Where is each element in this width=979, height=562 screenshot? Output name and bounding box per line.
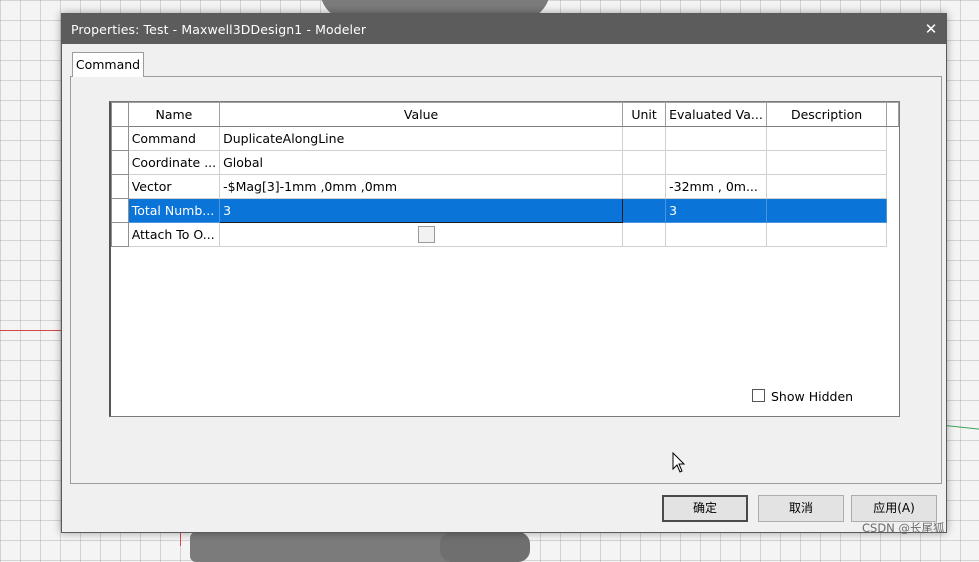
property-name[interactable]: Coordinate ...	[127, 150, 221, 175]
properties-dialog: Properties: Test - Maxwell3DDesign1 - Mo…	[61, 13, 947, 533]
property-unit[interactable]	[622, 174, 667, 199]
show-hidden-option[interactable]: Show Hidden	[752, 389, 853, 404]
property-unit[interactable]	[622, 126, 667, 151]
column-header-description[interactable]: Description	[765, 102, 888, 127]
row-header[interactable]	[111, 126, 129, 151]
property-table: Name Value Unit Evaluated Va... Descript…	[111, 102, 899, 247]
apply-button[interactable]: 应用(A)	[851, 495, 937, 522]
property-description[interactable]	[765, 174, 888, 199]
tab-command[interactable]: Command	[72, 52, 144, 77]
watermark: CSDN @长尾狐	[862, 521, 945, 535]
row-header-corner	[111, 102, 129, 127]
mouse-cursor-icon	[672, 452, 686, 473]
property-description[interactable]	[765, 198, 888, 223]
property-value[interactable]: 3	[219, 198, 624, 223]
ok-button[interactable]: 确定	[662, 495, 748, 522]
axis-line	[0, 330, 62, 331]
property-name[interactable]: Command	[127, 126, 221, 151]
property-name[interactable]: Vector	[127, 174, 221, 199]
row-header[interactable]	[111, 198, 129, 223]
attach-to-original-checkbox[interactable]	[418, 226, 436, 243]
row-header[interactable]	[111, 150, 129, 175]
property-evaluated: -32mm , 0m...	[665, 174, 767, 199]
axis-line	[944, 424, 979, 431]
dialog-titlebar[interactable]: Properties: Test - Maxwell3DDesign1 - Mo…	[62, 14, 946, 44]
property-description[interactable]	[765, 126, 888, 151]
property-unit[interactable]	[622, 150, 667, 175]
column-header-value[interactable]: Value	[219, 102, 624, 127]
column-header-unit[interactable]: Unit	[622, 102, 667, 127]
table-row-selected[interactable]: Total Numb... 3 3	[111, 198, 899, 223]
property-value[interactable]: -$Mag[3]-1mm ,0mm ,0mm	[219, 174, 624, 199]
table-row[interactable]: Vector -$Mag[3]-1mm ,0mm ,0mm -32mm , 0m…	[111, 174, 899, 199]
property-evaluated: 3	[665, 198, 767, 223]
dialog-title: Properties: Test - Maxwell3DDesign1 - Mo…	[71, 22, 367, 37]
property-name[interactable]: Attach To O...	[127, 222, 221, 247]
property-unit[interactable]	[622, 222, 667, 247]
property-unit[interactable]	[622, 198, 667, 223]
show-hidden-label: Show Hidden	[771, 389, 854, 404]
property-description[interactable]	[765, 222, 888, 247]
column-header-evaluated[interactable]: Evaluated Va...	[665, 102, 767, 127]
property-evaluated	[665, 222, 767, 247]
show-hidden-checkbox[interactable]	[752, 389, 765, 402]
property-evaluated	[665, 150, 767, 175]
column-header-name[interactable]: Name	[127, 102, 221, 127]
property-name[interactable]: Total Numb...	[127, 198, 221, 223]
table-row[interactable]: Attach To O...	[111, 222, 899, 247]
table-row[interactable]: Coordinate ... Global	[111, 150, 899, 175]
close-button[interactable]: ✕	[916, 14, 946, 44]
table-row[interactable]: Command DuplicateAlongLine	[111, 126, 899, 151]
property-grid: Name Value Unit Evaluated Va... Descript…	[109, 101, 900, 417]
row-header[interactable]	[111, 222, 129, 247]
column-header-filler	[886, 102, 899, 127]
property-description[interactable]	[765, 150, 888, 175]
property-value[interactable]: Global	[219, 150, 624, 175]
property-value[interactable]	[219, 222, 624, 247]
row-header[interactable]	[111, 174, 129, 199]
property-evaluated	[665, 126, 767, 151]
cancel-button[interactable]: 取消	[758, 495, 844, 522]
tab-panel: Name Value Unit Evaluated Va... Descript…	[70, 76, 942, 484]
property-value[interactable]: DuplicateAlongLine	[219, 126, 624, 151]
background-model-shape	[440, 532, 530, 562]
